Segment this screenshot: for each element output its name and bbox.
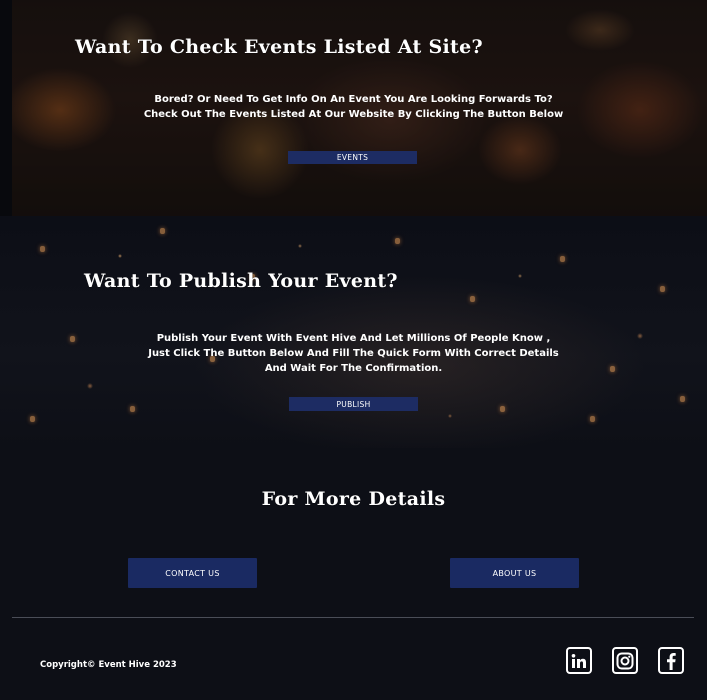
publish-button[interactable]: PUBLISH (289, 397, 418, 411)
footer-divider (12, 617, 694, 618)
events-description-line2: Check Out The Events Listed At Our Websi… (143, 109, 564, 120)
more-details-heading: For More Details (261, 488, 446, 510)
contact-us-button[interactable]: CONTACT US (128, 558, 257, 588)
events-button[interactable]: EVENTS (288, 151, 417, 164)
events-description-line1: Bored? Or Need To Get Info On An Event Y… (154, 94, 553, 105)
about-us-button[interactable]: ABOUT US (450, 558, 579, 588)
publish-description-line1: Publish Your Event With Event Hive And L… (156, 333, 551, 344)
events-heading: Want To Check Events Listed At Site? (75, 36, 483, 58)
instagram-icon[interactable] (612, 647, 638, 674)
publish-description-line2: Just Click The Button Below And Fill The… (148, 348, 559, 359)
copyright-text: Copyright© Event Hive 2023 (40, 660, 177, 670)
publish-description-line3: And Wait For The Confirmation. (264, 363, 443, 374)
publish-heading: Want To Publish Your Event? (84, 270, 398, 292)
facebook-icon[interactable] (658, 647, 684, 674)
linkedin-icon[interactable] (566, 647, 592, 674)
